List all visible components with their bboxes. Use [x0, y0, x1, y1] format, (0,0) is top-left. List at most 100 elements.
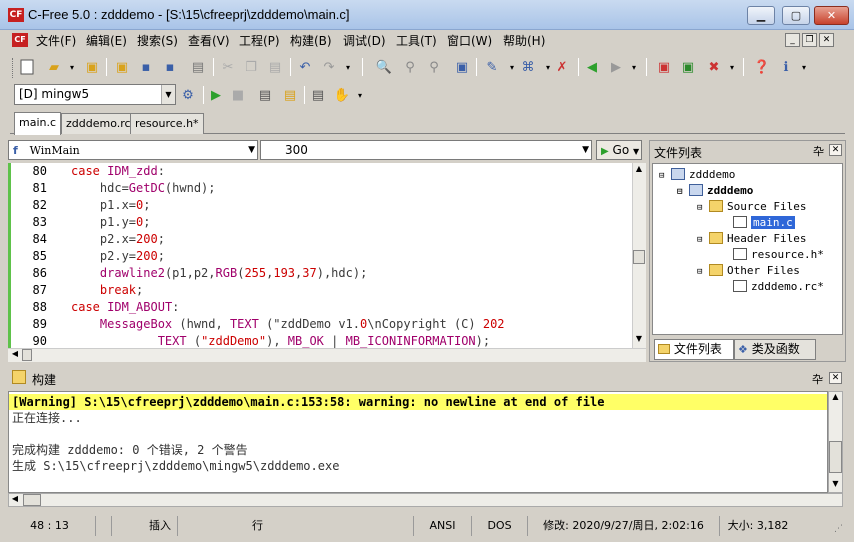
compile-icon[interactable]: ▣	[654, 57, 674, 77]
help-icon[interactable]: ❓	[752, 57, 772, 77]
editor-horizontal-scroll-thumb[interactable]	[22, 349, 32, 361]
dropdown-arrow-icon[interactable]: ▾	[722, 57, 742, 77]
new-file-icon[interactable]	[17, 57, 37, 77]
scroll-left-icon[interactable]: ◀	[9, 494, 21, 506]
code-line[interactable]: 88 case IDM_ABOUT:	[11, 299, 632, 316]
code-text[interactable]: case IDM_zdd:	[71, 163, 165, 180]
tree-file-resource-h[interactable]: resource.h*	[733, 247, 824, 262]
open-project-icon[interactable]: ▣	[82, 57, 102, 77]
chevron-down-icon[interactable]: ▼	[582, 141, 589, 159]
close-button[interactable]: ✕	[814, 6, 849, 25]
dropdown-arrow-icon[interactable]: ▾	[350, 85, 370, 105]
pin-icon[interactable]: 卆	[812, 371, 823, 387]
code-line[interactable]: 86 drawline2(p1,p2,RGB(255,193,37),hdc);	[11, 265, 632, 282]
collapse-icon[interactable]: ⊟	[697, 203, 702, 213]
code-text[interactable]: p2.y=200;	[71, 248, 165, 265]
find-next-icon[interactable]: ⚲	[400, 57, 420, 77]
code-line[interactable]: 82 p1.x=0;	[11, 197, 632, 214]
tree-header-folder[interactable]: ⊟ Header Files	[697, 231, 807, 246]
code-text[interactable]: break;	[71, 282, 143, 299]
code-text[interactable]: MessageBox (hwnd, TEXT ("zddDemo v1.0\nC…	[71, 316, 505, 333]
minimize-button[interactable]: ▁	[747, 6, 775, 25]
scroll-left-icon[interactable]: ◀	[9, 349, 21, 361]
scroll-down-icon[interactable]: ▼	[633, 334, 645, 346]
scroll-up-icon[interactable]: ▲	[829, 392, 842, 404]
replace-icon[interactable]: ⚲	[424, 57, 444, 77]
cut-icon[interactable]: ✂	[218, 57, 238, 77]
project-tree[interactable]: ⊟ zdddemo ⊟ zdddemo ⊟ Source Files main.…	[652, 163, 843, 335]
tab-resource-h[interactable]: resource.h*	[130, 113, 204, 134]
forward-icon[interactable]: ▶	[606, 57, 626, 77]
clear-bookmark-icon[interactable]: ✗	[552, 57, 572, 77]
menu-view[interactable]: 查看(V)	[184, 32, 234, 50]
tree-file-main-c[interactable]: main.c	[733, 215, 795, 230]
code-text[interactable]: hdc=GetDC(hwnd);	[71, 180, 216, 197]
code-line[interactable]: 84 p2.x=200;	[11, 231, 632, 248]
redo-icon[interactable]: ↷	[319, 57, 339, 77]
menu-build[interactable]: 构建(B)	[286, 32, 336, 50]
code-line[interactable]: 85 p2.y=200;	[11, 248, 632, 265]
debug-step-icon[interactable]: ▤	[255, 85, 275, 105]
document-icon[interactable]: CF	[12, 33, 28, 47]
tab-class-functions[interactable]: ❖ 类及函数	[734, 339, 816, 360]
code-text[interactable]: drawline2(p1,p2,RGB(255,193,37),hdc);	[71, 265, 367, 282]
goto-icon[interactable]: ⌘	[518, 57, 538, 77]
tree-source-folder[interactable]: ⊟ Source Files	[697, 199, 807, 214]
line-combo[interactable]: 300 ▼	[260, 140, 592, 160]
collapse-icon[interactable]: ⊟	[677, 187, 682, 197]
menu-project[interactable]: 工程(P)	[235, 32, 284, 50]
code-editor[interactable]: 80 case IDM_zdd: 81 hdc=GetDC(hwnd); 82 p1.…	[8, 163, 632, 348]
back-icon[interactable]: ◀	[582, 57, 602, 77]
build-warning-line[interactable]: [Warning] S:\15\cfreeprj\zdddemo\main.c:…	[9, 394, 827, 410]
save-all-icon[interactable]: ▪	[160, 57, 180, 77]
go-button[interactable]: ▶ Go ▼	[596, 140, 642, 160]
find-icon[interactable]: 🔍	[374, 57, 394, 77]
paste-icon[interactable]: ▤	[265, 57, 285, 77]
menu-search[interactable]: 搜索(S)	[133, 32, 182, 50]
bookmark-icon[interactable]: ✎	[482, 57, 502, 77]
code-line[interactable]: 89 MessageBox (hwnd, TEXT ("zddDemo v1.0…	[11, 316, 632, 333]
scroll-up-icon[interactable]: ▲	[633, 164, 645, 176]
code-text[interactable]: p2.x=200;	[71, 231, 165, 248]
dropdown-arrow-icon[interactable]: ▾	[624, 57, 644, 77]
scroll-down-icon[interactable]: ▼	[829, 479, 842, 491]
open-folder-icon[interactable]: ▰	[44, 57, 64, 77]
code-text[interactable]: TEXT ("zddDemo"), MB_OK | MB_ICONINFORMA…	[71, 333, 490, 348]
tree-other-folder[interactable]: ⊟ Other Files	[697, 263, 800, 278]
dropdown-arrow-icon[interactable]: ▾	[794, 57, 814, 77]
mdi-restore-button[interactable]: ❐	[802, 33, 817, 47]
info-icon[interactable]: ℹ	[776, 57, 796, 77]
tab-main-c[interactable]: main.c	[14, 112, 62, 135]
tree-root[interactable]: ⊟ zdddemo	[659, 167, 735, 182]
build-horizontal-scrollbar[interactable]	[8, 493, 843, 507]
watch-icon[interactable]: ▤	[308, 85, 328, 105]
editor-horizontal-scrollbar[interactable]	[8, 348, 646, 362]
collapse-icon[interactable]: ⊟	[697, 235, 702, 245]
menu-help[interactable]: 帮助(H)	[499, 32, 549, 50]
resize-grip-icon[interactable]: ⋰	[834, 524, 843, 534]
code-line[interactable]: 81 hdc=GetDC(hwnd);	[11, 180, 632, 197]
find-in-files-icon[interactable]: ▣	[452, 57, 472, 77]
toolbar-grip[interactable]	[12, 58, 15, 78]
undo-icon[interactable]: ↶	[295, 57, 315, 77]
code-line[interactable]: 90 TEXT ("zddDemo"), MB_OK | MB_ICONINFO…	[11, 333, 632, 348]
pin-icon[interactable]: 卆	[813, 143, 824, 159]
collapse-icon[interactable]: ⊟	[697, 267, 702, 277]
dropdown-arrow-icon[interactable]: ▾	[338, 57, 358, 77]
menu-file[interactable]: 文件(F)	[32, 32, 80, 50]
tree-file-zdddemo-rc[interactable]: zdddemo.rc*	[733, 279, 824, 294]
editor-vertical-scroll-thumb[interactable]	[633, 250, 645, 264]
chevron-down-icon[interactable]: ▼	[248, 141, 255, 159]
mdi-close-button[interactable]: ✕	[819, 33, 834, 47]
compiler-settings-icon[interactable]: ⚙	[178, 85, 198, 105]
code-line[interactable]: 87 break;	[11, 282, 632, 299]
close-icon[interactable]: ✕	[829, 144, 842, 156]
code-text[interactable]: p1.y=0;	[71, 214, 151, 231]
menu-window[interactable]: 窗口(W)	[443, 32, 496, 50]
mdi-minimize-button[interactable]: _	[785, 33, 800, 47]
maximize-button[interactable]: ▢	[782, 6, 810, 25]
close-icon[interactable]: ✕	[829, 372, 842, 384]
code-text[interactable]: case IDM_ABOUT:	[71, 299, 179, 316]
code-line[interactable]: 80 case IDM_zdd:	[11, 163, 632, 180]
code-text[interactable]: p1.x=0;	[71, 197, 151, 214]
